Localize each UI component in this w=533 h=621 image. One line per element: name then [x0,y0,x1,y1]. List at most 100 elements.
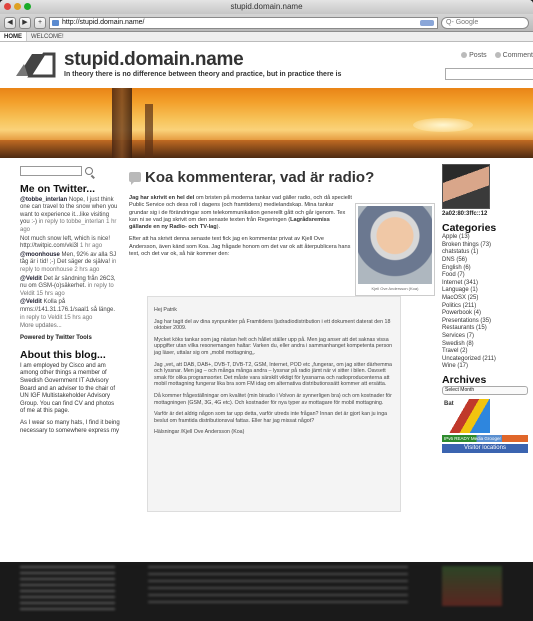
tab-home[interactable]: HOME [0,32,27,41]
reflection-main [148,566,408,606]
banner-pier [112,88,132,158]
search-icon[interactable] [85,167,93,175]
category-link[interactable]: English (6) [442,265,532,273]
main-post: Koa kommenterar, vad är radio? Jag har s… [129,158,435,512]
sidebar-badges: Bat IPv6 READY Media Grooger Visitor loc… [442,399,532,454]
category-link[interactable]: Apple (13) [442,234,532,242]
category-link[interactable]: Internet (341) [442,280,532,288]
minimize-window-button[interactable] [14,3,21,10]
about-heading: About this blog... [20,349,106,362]
inline-link[interactable]: Jag har skrivit en hel del [129,195,194,201]
visitor-locations-button[interactable]: Visitor locations [442,444,528,454]
about-text-continued: As I wear so many hats, I find it being … [20,420,120,434]
letter-paragraph: Hälsningar /Kjell Ove Andersson (Koa) [154,429,245,436]
category-list: Apple (13) Broken things (73) chatstatus (… [442,234,532,371]
more-updates-link[interactable]: More updates... [20,323,120,331]
about-text: I am employed by Cisco and am among othe… [20,362,116,415]
rss-icon[interactable] [420,19,434,26]
tweet-meta[interactable]: in reply to Veldit 15 hrs ago [20,315,92,321]
window-controls [4,3,31,10]
category-link[interactable]: Powerbook (4) [442,310,532,318]
category-link[interactable]: Food (7) [442,272,532,280]
category-link[interactable]: Travel (2) [442,348,532,356]
powered-by-text: Powered by Twitter Tools [20,334,92,341]
tweet: @Veldit Det är sändning från 26C3, nu om… [20,276,120,299]
site-header: stupid.domain.name In theory there is no… [0,42,533,88]
zoom-window-button[interactable] [24,3,31,10]
browser-window: stupid.domain.name ◀ ▶ + http://stupid.d… [0,0,533,562]
bookmarks-bar: HOME WELCOME! [0,32,533,42]
forward-button[interactable]: ▶ [19,16,31,29]
category-link[interactable]: Swedish (8) [442,341,532,349]
ipv6-badge[interactable]: IPv6 READY Media Grooger [442,435,528,443]
post-intro: Jag har skrivit en hel del om bristen på… [129,195,353,258]
comments-feed-link[interactable]: Comment [495,52,533,59]
category-link[interactable]: Restaurants (15) [442,325,532,333]
letter-paragraph: Mycket köks tankar som jag nästan helt o… [154,336,393,356]
category-link[interactable]: Services (7) [442,333,532,341]
tweet-user-link[interactable]: @tobbe_interlan [20,197,67,203]
quoted-letter: Hej Patrik Jag har tagit del av dina syn… [147,296,401,512]
categories-heading: Categories [442,221,497,234]
archives-select[interactable]: Select Month [442,386,528,396]
category-link[interactable]: MacOSX (25) [442,295,532,303]
category-link[interactable]: Presentations (35) [442,318,532,326]
site-tagline: In theory there is no difference between… [64,71,342,78]
header-search-input[interactable] [445,68,533,80]
category-link[interactable]: Broken things (73) [442,242,532,250]
tweet-user-link[interactable]: @Veldit [20,299,42,305]
avatar [442,164,490,209]
tweet: @tobbe_interlan Nope, I just think one c… [20,197,120,235]
author-photo: Kjell Ove Andersson (Koa) [355,203,435,296]
right-sidebar: 2a02:80:3ffc::12 Categories Apple (13) Br… [442,158,532,454]
badge-image[interactable]: Bat [442,399,490,434]
address-bar[interactable]: http://stupid.domain.name/ [49,16,438,29]
banner-pier-post [145,104,153,158]
address-text: http://stupid.domain.name/ [62,18,145,26]
post-title-row: Koa kommenterar, vad är radio? [129,167,395,187]
tweet: @moonhouse Men, 92% av alla SJ tåg är i … [20,252,120,275]
header-banner-image [0,88,533,158]
tweet: @Veldit Kolla på mms://141.31.176.1/saal… [20,299,120,322]
reflection-right [442,566,502,606]
sidebar-search-input[interactable] [20,166,82,176]
title-bar: stupid.domain.name [0,0,533,14]
portrait-image [358,206,432,284]
twitter-heading: Me on Twitter... [20,183,96,195]
comment-icon[interactable] [129,172,141,185]
browser-toolbar: ◀ ▶ + http://stupid.domain.name/ Q- Goog… [0,14,533,32]
post-paragraph: Jag har skrivit en hel del om bristen på… [129,195,353,231]
category-link[interactable]: Uncategorized (211) [442,356,532,364]
tab-welcome[interactable]: WELCOME! [27,32,68,41]
window-reflection [0,562,533,621]
tweet-user-link[interactable]: @Veldit [20,276,42,282]
tweet-meta[interactable]: 1 hr ago [80,243,102,249]
window-title: stupid.domain.name [230,2,303,11]
post-paragraph: Efter att ha skrivit denna senaste text … [129,236,351,258]
post-title[interactable]: Koa kommenterar, vad är radio? [145,169,374,186]
sidebar-search [20,166,120,176]
add-bookmark-button[interactable]: + [34,16,46,29]
site-logo-icon[interactable] [14,50,58,80]
browser-search-input[interactable]: Q- Google [441,16,529,29]
letter-paragraph: Varför är det aldrig någon som tar upp d… [154,411,388,424]
site-title[interactable]: stupid.domain.name [64,49,244,71]
category-link[interactable]: Language (1) [442,287,532,295]
favicon-icon [52,19,59,26]
posts-feed-link[interactable]: Posts [461,52,487,59]
tweet-user-link[interactable]: @moonhouse [20,252,60,258]
close-window-button[interactable] [4,3,11,10]
tweet: Not much snow left, which is nice! http:… [20,236,120,251]
category-link[interactable]: Politics (211) [442,303,532,311]
category-link[interactable]: Wine (17) [442,363,532,371]
feed-links: Posts Comment [461,52,533,59]
category-link[interactable]: chatstatus (1) [442,249,532,257]
page-content: Me on Twitter... @tobbe_interlan Nope, I… [0,158,533,512]
category-link[interactable]: DNS (56) [442,257,532,265]
ip-address: 2a02:80:3ffc::12 [442,211,488,217]
back-button[interactable]: ◀ [4,16,16,29]
letter-paragraph: Då kommer frågeställningar om kvalitet (… [154,392,392,406]
photo-caption: Kjell Ove Andersson (Koa) [371,286,419,291]
banner-water [0,140,533,158]
archives-heading: Archives [442,373,487,386]
